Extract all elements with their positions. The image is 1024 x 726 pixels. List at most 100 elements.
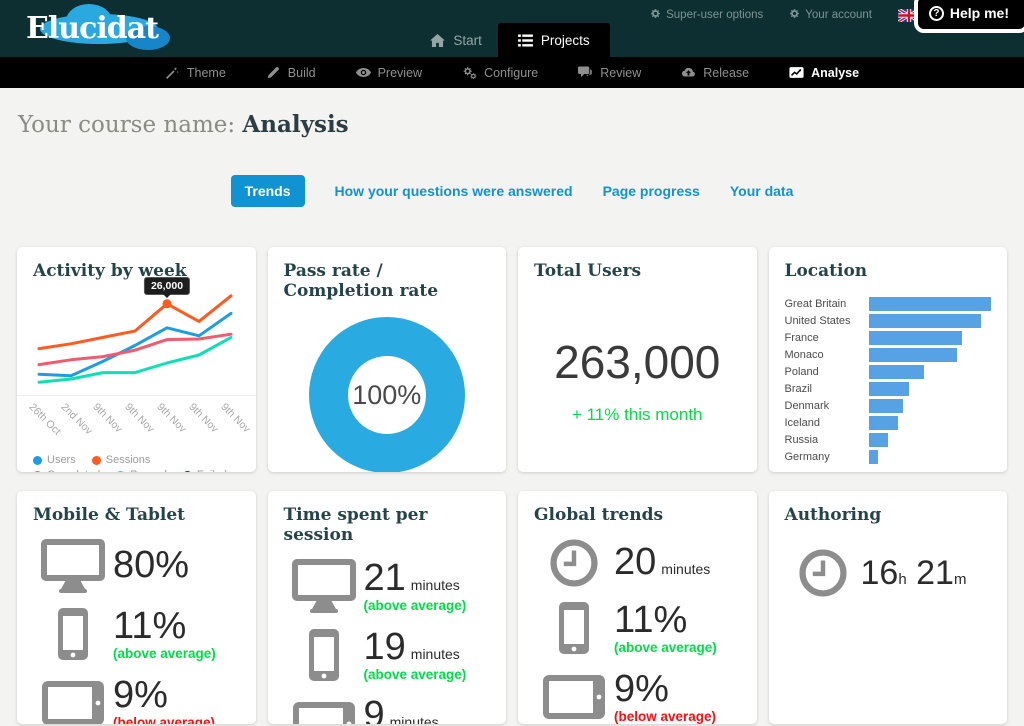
location-bar[interactable] (869, 450, 879, 464)
tab-trends[interactable]: Trends (231, 175, 305, 207)
chart-x-axis-labels: 26th Oct2nd Nov9th Nov9th Nov9th Nov9th … (33, 399, 240, 451)
stat-text: 9%(below average) (113, 676, 215, 724)
x-axis-label: 9th Nov (123, 401, 157, 435)
location-bar-track (869, 314, 992, 328)
location-bar[interactable] (869, 297, 992, 311)
total-users-card: Total Users 263,000 + 11% this month (518, 247, 757, 472)
legend-label: Sessions (106, 454, 151, 466)
card-title: Total Users (534, 261, 741, 281)
legend-row: CompletedPassedFailed (33, 469, 240, 472)
course-name: Analysis (242, 111, 348, 138)
stat-row: 20minutes (534, 539, 741, 587)
card-title: Pass rate / Completion rate (284, 261, 491, 301)
your-account-link[interactable]: Your account (789, 8, 872, 22)
page-title: Your course name: Analysis (18, 111, 1024, 138)
stat-note: (above average) (614, 641, 717, 656)
toolbar-item-preview[interactable]: Preview (356, 66, 422, 80)
question-icon: ? (929, 6, 944, 21)
total-users-value: 263,000 (534, 335, 741, 389)
tab-your-data[interactable]: Your data (730, 183, 794, 199)
desktop-icon (33, 539, 113, 593)
time-spent-card: Time spent per session 21minutes(above a… (268, 491, 507, 724)
toolbar-item-build[interactable]: Build (266, 66, 316, 80)
location-bar[interactable] (869, 314, 982, 328)
location-row: Brazil (785, 382, 992, 396)
toolbar-item-theme[interactable]: Theme (165, 66, 226, 80)
location-bar-track (869, 331, 992, 345)
location-card: Location Great BritainUnited StatesFranc… (769, 247, 1008, 472)
location-label: Poland (785, 366, 869, 378)
stat-row: 9minutes(below average) (284, 696, 491, 724)
legend-item-passed: Passed (116, 469, 167, 472)
location-row: Monaco (785, 348, 992, 362)
toolbar-item-release[interactable]: Release (681, 66, 749, 80)
stat-value: 11% (113, 607, 216, 647)
device-stat-rows: 20minutes11%(above average)9%(below aver… (534, 539, 741, 724)
location-label: Denmark (785, 400, 869, 412)
stat-unit: minutes (661, 561, 710, 577)
eye-icon (356, 66, 371, 79)
analysis-tabs: Trends How your questions were answered Pa… (0, 174, 1024, 207)
cloud-upload-icon (681, 66, 696, 79)
authoring-card: Authoring 16h 21m (769, 491, 1008, 724)
stat-value: 9minutes (364, 696, 466, 724)
toolbar-item-analyse[interactable]: Analyse (789, 66, 859, 80)
location-bar-track (869, 416, 992, 430)
super-user-options-link[interactable]: Super-user options (650, 8, 763, 22)
stat-text: 9minutes(below average) (364, 696, 466, 724)
toolbar-item-review[interactable]: Review (578, 66, 641, 80)
stat-value: 80% (113, 546, 189, 586)
location-row: United States (785, 314, 992, 328)
toolbar-label: Build (288, 66, 316, 80)
stat-note: (above average) (364, 668, 467, 683)
tablet-icon (284, 702, 364, 724)
desktop-icon (284, 559, 364, 613)
tab-page-progress[interactable]: Page progress (603, 183, 700, 199)
toolbar-label: Configure (484, 66, 538, 80)
nav-item-start[interactable]: Start (414, 23, 498, 57)
location-bar[interactable] (869, 399, 903, 413)
location-bar[interactable] (869, 382, 909, 396)
location-bar[interactable] (869, 416, 898, 430)
stat-text: 9%(below average) (614, 670, 716, 724)
location-bar-track (869, 450, 992, 464)
location-bar[interactable] (869, 348, 957, 362)
dashboard-cards: Activity by week 26,000 26th Oct2nd Nov9… (17, 247, 1007, 724)
stat-text: 11%(above average) (113, 607, 216, 662)
toolbar-label: Review (600, 66, 641, 80)
device-stat-rows: 21minutes(above average) 19minutes(above … (284, 559, 491, 724)
legend-item-sessions: Sessions (92, 454, 151, 466)
chart-legend: UsersSessionsCompletedPassedFailed (33, 454, 240, 472)
x-axis-label: 9th Nov (219, 401, 253, 435)
x-axis-label: 9th Nov (91, 401, 125, 435)
location-label: United States (785, 315, 869, 327)
location-bar-track (869, 382, 992, 396)
stat-text: 20minutes (614, 543, 710, 583)
legend-label: Users (47, 454, 76, 466)
card-title: Global trends (534, 505, 741, 525)
location-bar[interactable] (869, 331, 962, 345)
legend-dot (92, 456, 101, 465)
stat-row: 19minutes(above average) (284, 628, 491, 683)
tab-how-your-questions-were-answered[interactable]: How your questions were answered (335, 183, 573, 199)
legend-item-completed: Completed (33, 469, 100, 472)
stat-row: 11%(above average) (33, 607, 240, 662)
location-row: Russia (785, 433, 992, 447)
wand-icon (165, 66, 180, 79)
location-bar[interactable] (869, 365, 924, 379)
donut-center-label: 100% (352, 380, 421, 411)
nav-item-projects[interactable]: Projects (498, 23, 610, 57)
stat-row: 21minutes(above average) (284, 559, 491, 614)
gears-icon (462, 66, 477, 79)
home-icon (430, 34, 445, 47)
help-me-label: Help me! (950, 5, 1009, 21)
activity-line-chart[interactable]: 26,000 (33, 287, 240, 393)
legend-row: Users Sessions (33, 454, 240, 466)
course-name-prefix: Your course name: (18, 112, 235, 138)
toolbar-item-configure[interactable]: Configure (462, 66, 538, 80)
pass-rate-donut-chart[interactable]: 100% (309, 317, 465, 472)
help-me-button[interactable]: ? Help me! (914, 0, 1024, 33)
location-bar[interactable] (869, 433, 889, 447)
stat-value: 9% (113, 676, 215, 716)
gear-icon (650, 8, 661, 22)
